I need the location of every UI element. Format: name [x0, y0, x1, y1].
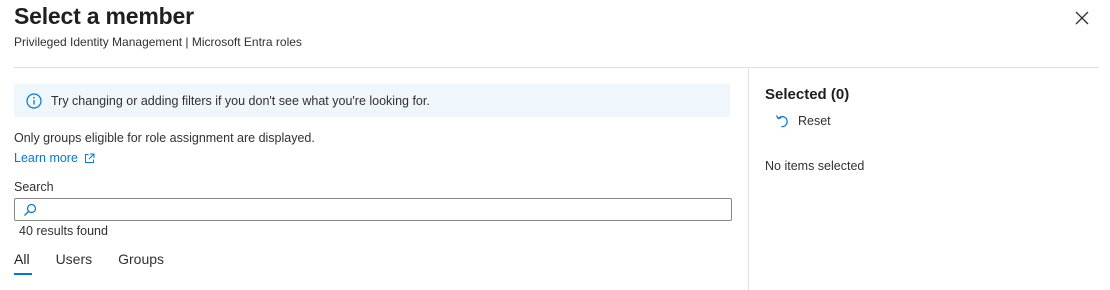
- tab-all[interactable]: All: [14, 251, 32, 275]
- tab-users[interactable]: Users: [56, 251, 93, 275]
- tab-groups[interactable]: Groups: [118, 251, 164, 275]
- close-button[interactable]: [1072, 8, 1092, 28]
- no-items-text: No items selected: [765, 159, 865, 173]
- search-label: Search: [14, 180, 54, 194]
- info-banner: Try changing or adding filters if you do…: [14, 84, 730, 117]
- info-banner-text: Try changing or adding filters if you do…: [51, 93, 430, 108]
- external-link-icon: [84, 153, 95, 164]
- info-icon: [26, 92, 42, 109]
- member-type-tabs: All Users Groups: [14, 251, 190, 275]
- learn-more-link[interactable]: Learn more: [14, 151, 95, 165]
- reset-icon: [775, 114, 789, 128]
- page-title: Select a member: [14, 3, 194, 29]
- eligible-groups-text: Only groups eligible for role assignment…: [14, 131, 315, 145]
- reset-button[interactable]: Reset: [775, 114, 831, 128]
- selected-heading: Selected (0): [765, 86, 850, 103]
- page-subtitle: Privileged Identity Management | Microso…: [14, 35, 302, 49]
- close-icon: [1072, 8, 1092, 28]
- search-input[interactable]: [43, 200, 731, 219]
- pane-divider: [748, 68, 749, 290]
- results-count: 40 results found: [19, 224, 108, 238]
- header-divider: [14, 67, 1099, 68]
- search-icon: [23, 203, 37, 217]
- search-box[interactable]: [14, 198, 732, 221]
- reset-label: Reset: [798, 114, 831, 128]
- learn-more-label: Learn more: [14, 151, 78, 165]
